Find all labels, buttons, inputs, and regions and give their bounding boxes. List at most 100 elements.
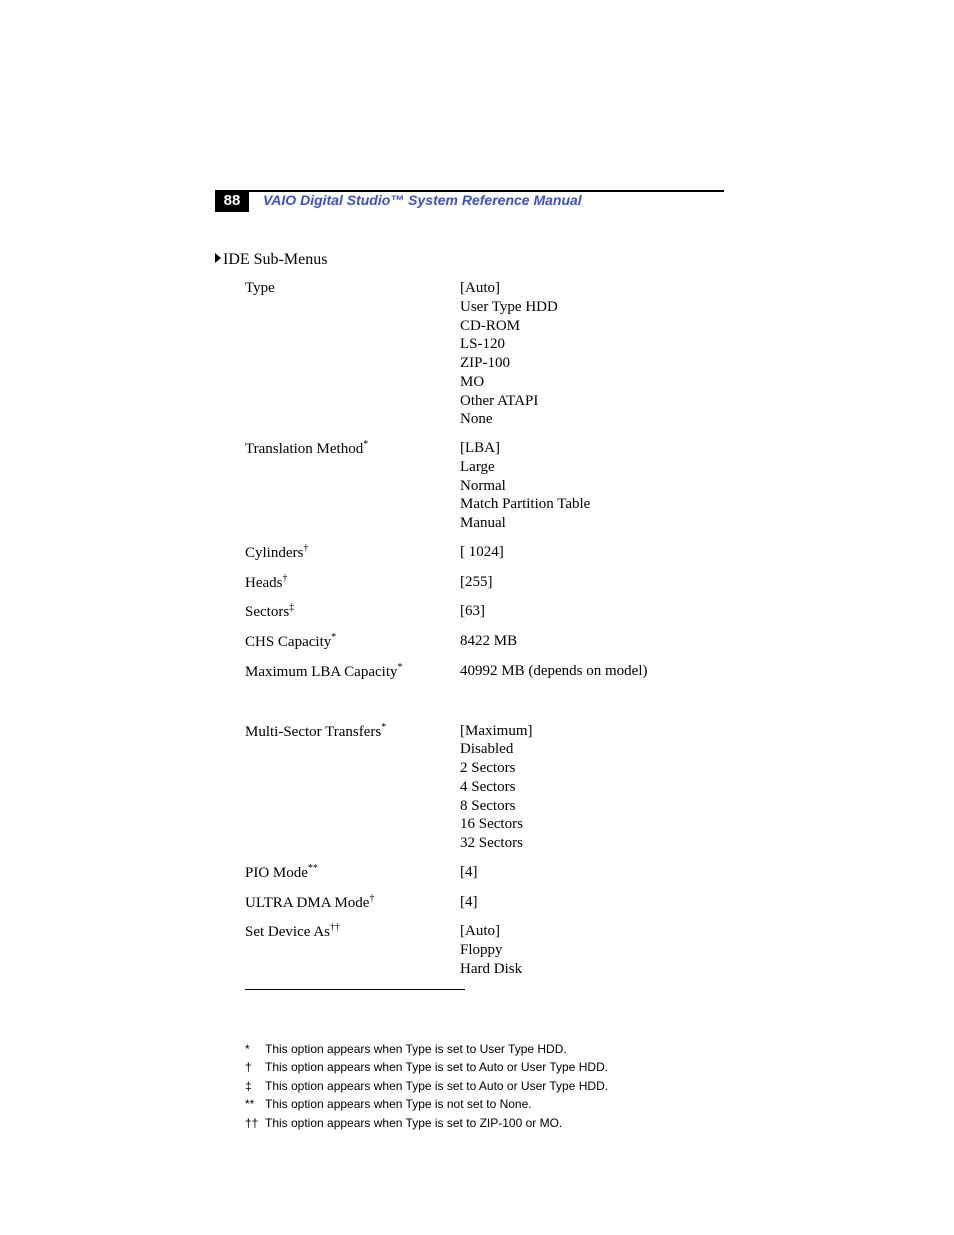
- setting-label-text: Type: [245, 280, 275, 296]
- setting-row: CHS Capacity*8422 MB: [215, 632, 724, 652]
- footnote-text: This option appears when Type is set to …: [265, 1114, 562, 1133]
- footnote-row: ‡This option appears when Type is set to…: [245, 1077, 724, 1096]
- footnote-row: *This option appears when Type is set to…: [245, 1040, 724, 1059]
- setting-row: Heads†[255]: [215, 573, 724, 593]
- setting-value: [Auto]: [460, 922, 724, 941]
- page-content: 88 VAIO Digital Studio™ System Reference…: [0, 0, 954, 1132]
- footnote-text: This option appears when Type is set to …: [265, 1040, 567, 1059]
- setting-row: ULTRA DMA Mode†[4]: [215, 893, 724, 913]
- setting-label-text: CHS Capacity: [245, 634, 331, 650]
- footnote-marker: *: [331, 632, 336, 643]
- footnote-text: This option appears when Type is set to …: [265, 1077, 608, 1096]
- setting-label-text: ULTRA DMA Mode: [245, 895, 369, 911]
- setting-value: [255]: [460, 573, 724, 592]
- setting-label: Heads†: [215, 573, 460, 593]
- setting-label-text: PIO Mode: [245, 865, 308, 881]
- setting-label: Cylinders†: [215, 543, 460, 563]
- setting-values: [LBA]LargeNormalMatch Partition TableMan…: [460, 439, 724, 533]
- setting-values: [ 1024]: [460, 543, 724, 562]
- setting-label: CHS Capacity*: [215, 632, 460, 652]
- footnote-symbol: ††: [245, 1114, 265, 1133]
- setting-value: Disabled: [460, 740, 724, 759]
- setting-value: 8 Sectors: [460, 797, 724, 816]
- setting-values: [Maximum]Disabled2 Sectors4 Sectors8 Sec…: [460, 722, 724, 853]
- setting-label: PIO Mode**: [215, 863, 460, 883]
- setting-label-text: Set Device As: [245, 924, 330, 940]
- setting-label-text: Maximum LBA Capacity: [245, 664, 397, 680]
- setting-value: [LBA]: [460, 439, 724, 458]
- setting-value: 2 Sectors: [460, 759, 724, 778]
- page-header: 88 VAIO Digital Studio™ System Reference…: [215, 190, 724, 216]
- setting-value: User Type HDD: [460, 298, 724, 317]
- setting-value: Hard Disk: [460, 960, 724, 979]
- setting-value: 8422 MB: [460, 632, 724, 651]
- setting-row: Multi-Sector Transfers*[Maximum]Disabled…: [215, 722, 724, 853]
- setting-values: [255]: [460, 573, 724, 592]
- setting-label: Type: [215, 279, 460, 298]
- setting-row: Cylinders†[ 1024]: [215, 543, 724, 563]
- setting-label: ULTRA DMA Mode†: [215, 893, 460, 913]
- setting-row: Translation Method*[LBA]LargeNormalMatch…: [215, 439, 724, 533]
- setting-values: 40992 MB (depends on model): [460, 662, 724, 681]
- manual-title: VAIO Digital Studio™ System Reference Ma…: [263, 192, 582, 208]
- setting-value: CD-ROM: [460, 317, 724, 336]
- setting-value: None: [460, 410, 724, 429]
- footnote-text: This option appears when Type is not set…: [265, 1095, 532, 1114]
- setting-value: [63]: [460, 602, 724, 621]
- settings-list: Type[Auto]User Type HDDCD-ROMLS-120ZIP-1…: [215, 279, 724, 979]
- setting-value: MO: [460, 373, 724, 392]
- footnote-marker: **: [308, 863, 318, 874]
- setting-row: Sectors‡ [63]: [215, 602, 724, 622]
- setting-label-text: Heads: [245, 575, 283, 591]
- setting-label-text: Sectors: [245, 604, 289, 620]
- setting-values: 8422 MB: [460, 632, 724, 651]
- arrow-right-icon: [215, 253, 221, 263]
- setting-values: [63]: [460, 602, 724, 621]
- setting-values: [4]: [460, 893, 724, 912]
- setting-label: Translation Method*: [215, 439, 460, 459]
- setting-value: [4]: [460, 893, 724, 912]
- setting-value: 4 Sectors: [460, 778, 724, 797]
- setting-value: Normal: [460, 477, 724, 496]
- footnote-marker: †: [369, 893, 374, 904]
- footnote-symbol: †: [245, 1058, 265, 1077]
- setting-values: [Auto]FloppyHard Disk: [460, 922, 724, 978]
- section-heading: IDE Sub-Menus: [215, 251, 724, 269]
- setting-label: Maximum LBA Capacity*: [215, 662, 460, 682]
- section-title-text: IDE Sub-Menus: [223, 251, 327, 268]
- footnote-marker: *: [381, 722, 386, 733]
- setting-row: Maximum LBA Capacity*40992 MB (depends o…: [215, 662, 724, 682]
- setting-value: 32 Sectors: [460, 834, 724, 853]
- footnotes: *This option appears when Type is set to…: [215, 1040, 724, 1133]
- setting-value: [Auto]: [460, 279, 724, 298]
- footnote-marker: ‡: [289, 602, 294, 613]
- setting-label: Multi-Sector Transfers*: [215, 722, 460, 742]
- setting-label-text: Translation Method: [245, 441, 363, 457]
- footnote-rule: [245, 989, 465, 990]
- setting-value: Other ATAPI: [460, 392, 724, 411]
- setting-value: ZIP-100: [460, 354, 724, 373]
- footnote-text: This option appears when Type is set to …: [265, 1058, 608, 1077]
- setting-label: Set Device As††: [215, 922, 460, 942]
- setting-value: LS-120: [460, 335, 724, 354]
- setting-value: [Maximum]: [460, 722, 724, 741]
- setting-value: [4]: [460, 863, 724, 882]
- setting-values: [4]: [460, 863, 724, 882]
- setting-row: Type [Auto]User Type HDDCD-ROMLS-120ZIP-1…: [215, 279, 724, 429]
- setting-label-text: Cylinders: [245, 545, 303, 561]
- setting-value: Floppy: [460, 941, 724, 960]
- footnote-marker: †: [303, 543, 308, 554]
- setting-values: [Auto]User Type HDDCD-ROMLS-120ZIP-100MO…: [460, 279, 724, 429]
- setting-value: 40992 MB (depends on model): [460, 662, 724, 681]
- footnote-row: †This option appears when Type is set to…: [245, 1058, 724, 1077]
- spacer: [215, 692, 724, 722]
- footnote-symbol: *: [245, 1040, 265, 1059]
- setting-row: PIO Mode**[4]: [215, 863, 724, 883]
- footnote-symbol: ‡: [245, 1077, 265, 1096]
- setting-row: Set Device As††[Auto]FloppyHard Disk: [215, 922, 724, 978]
- footnote-marker: *: [397, 662, 402, 673]
- setting-label-text: Multi-Sector Transfers: [245, 724, 381, 740]
- footnote-row: **This option appears when Type is not s…: [245, 1095, 724, 1114]
- setting-value: [ 1024]: [460, 543, 724, 562]
- footnote-symbol: **: [245, 1095, 265, 1114]
